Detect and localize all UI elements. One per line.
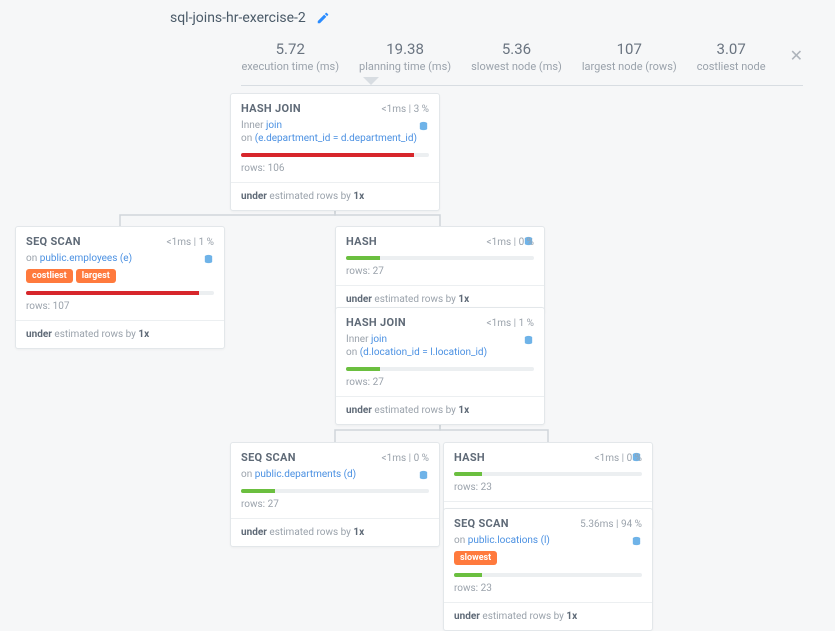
database-icon (418, 121, 429, 136)
close-icon[interactable]: ✕ (790, 46, 803, 73)
page-title: sql-joins-hr-exercise-2 (170, 10, 306, 26)
badge-costliest: costliest (26, 269, 73, 283)
stats-bar: 5.72execution time (ms) 19.38planning ti… (241, 40, 803, 86)
database-icon (631, 536, 642, 551)
plan-node-hash-upper[interactable]: HASH<1ms | 0 % rows: 27 under estimated … (335, 226, 545, 314)
plan-node-hash-join-root[interactable]: HASH JOIN<1ms | 3 % Inner joinon (e.depa… (230, 93, 440, 211)
database-icon (523, 335, 534, 350)
badge-slowest: slowest (454, 551, 497, 565)
plan-node-seq-scan-locations[interactable]: SEQ SCAN5.36ms | 94 % on public.location… (443, 508, 653, 631)
edit-icon[interactable] (316, 11, 330, 25)
plan-node-hash-join-location[interactable]: HASH JOIN<1ms | 1 % Inner joinon (d.loca… (335, 307, 545, 425)
badge-largest: largest (76, 269, 116, 283)
plan-node-seq-scan-employees[interactable]: SEQ SCAN<1ms | 1 % on public.employees (… (15, 226, 225, 349)
database-icon (418, 470, 429, 485)
plan-node-seq-scan-departments[interactable]: SEQ SCAN<1ms | 0 % on public.departments… (230, 442, 440, 547)
database-icon (203, 254, 214, 269)
